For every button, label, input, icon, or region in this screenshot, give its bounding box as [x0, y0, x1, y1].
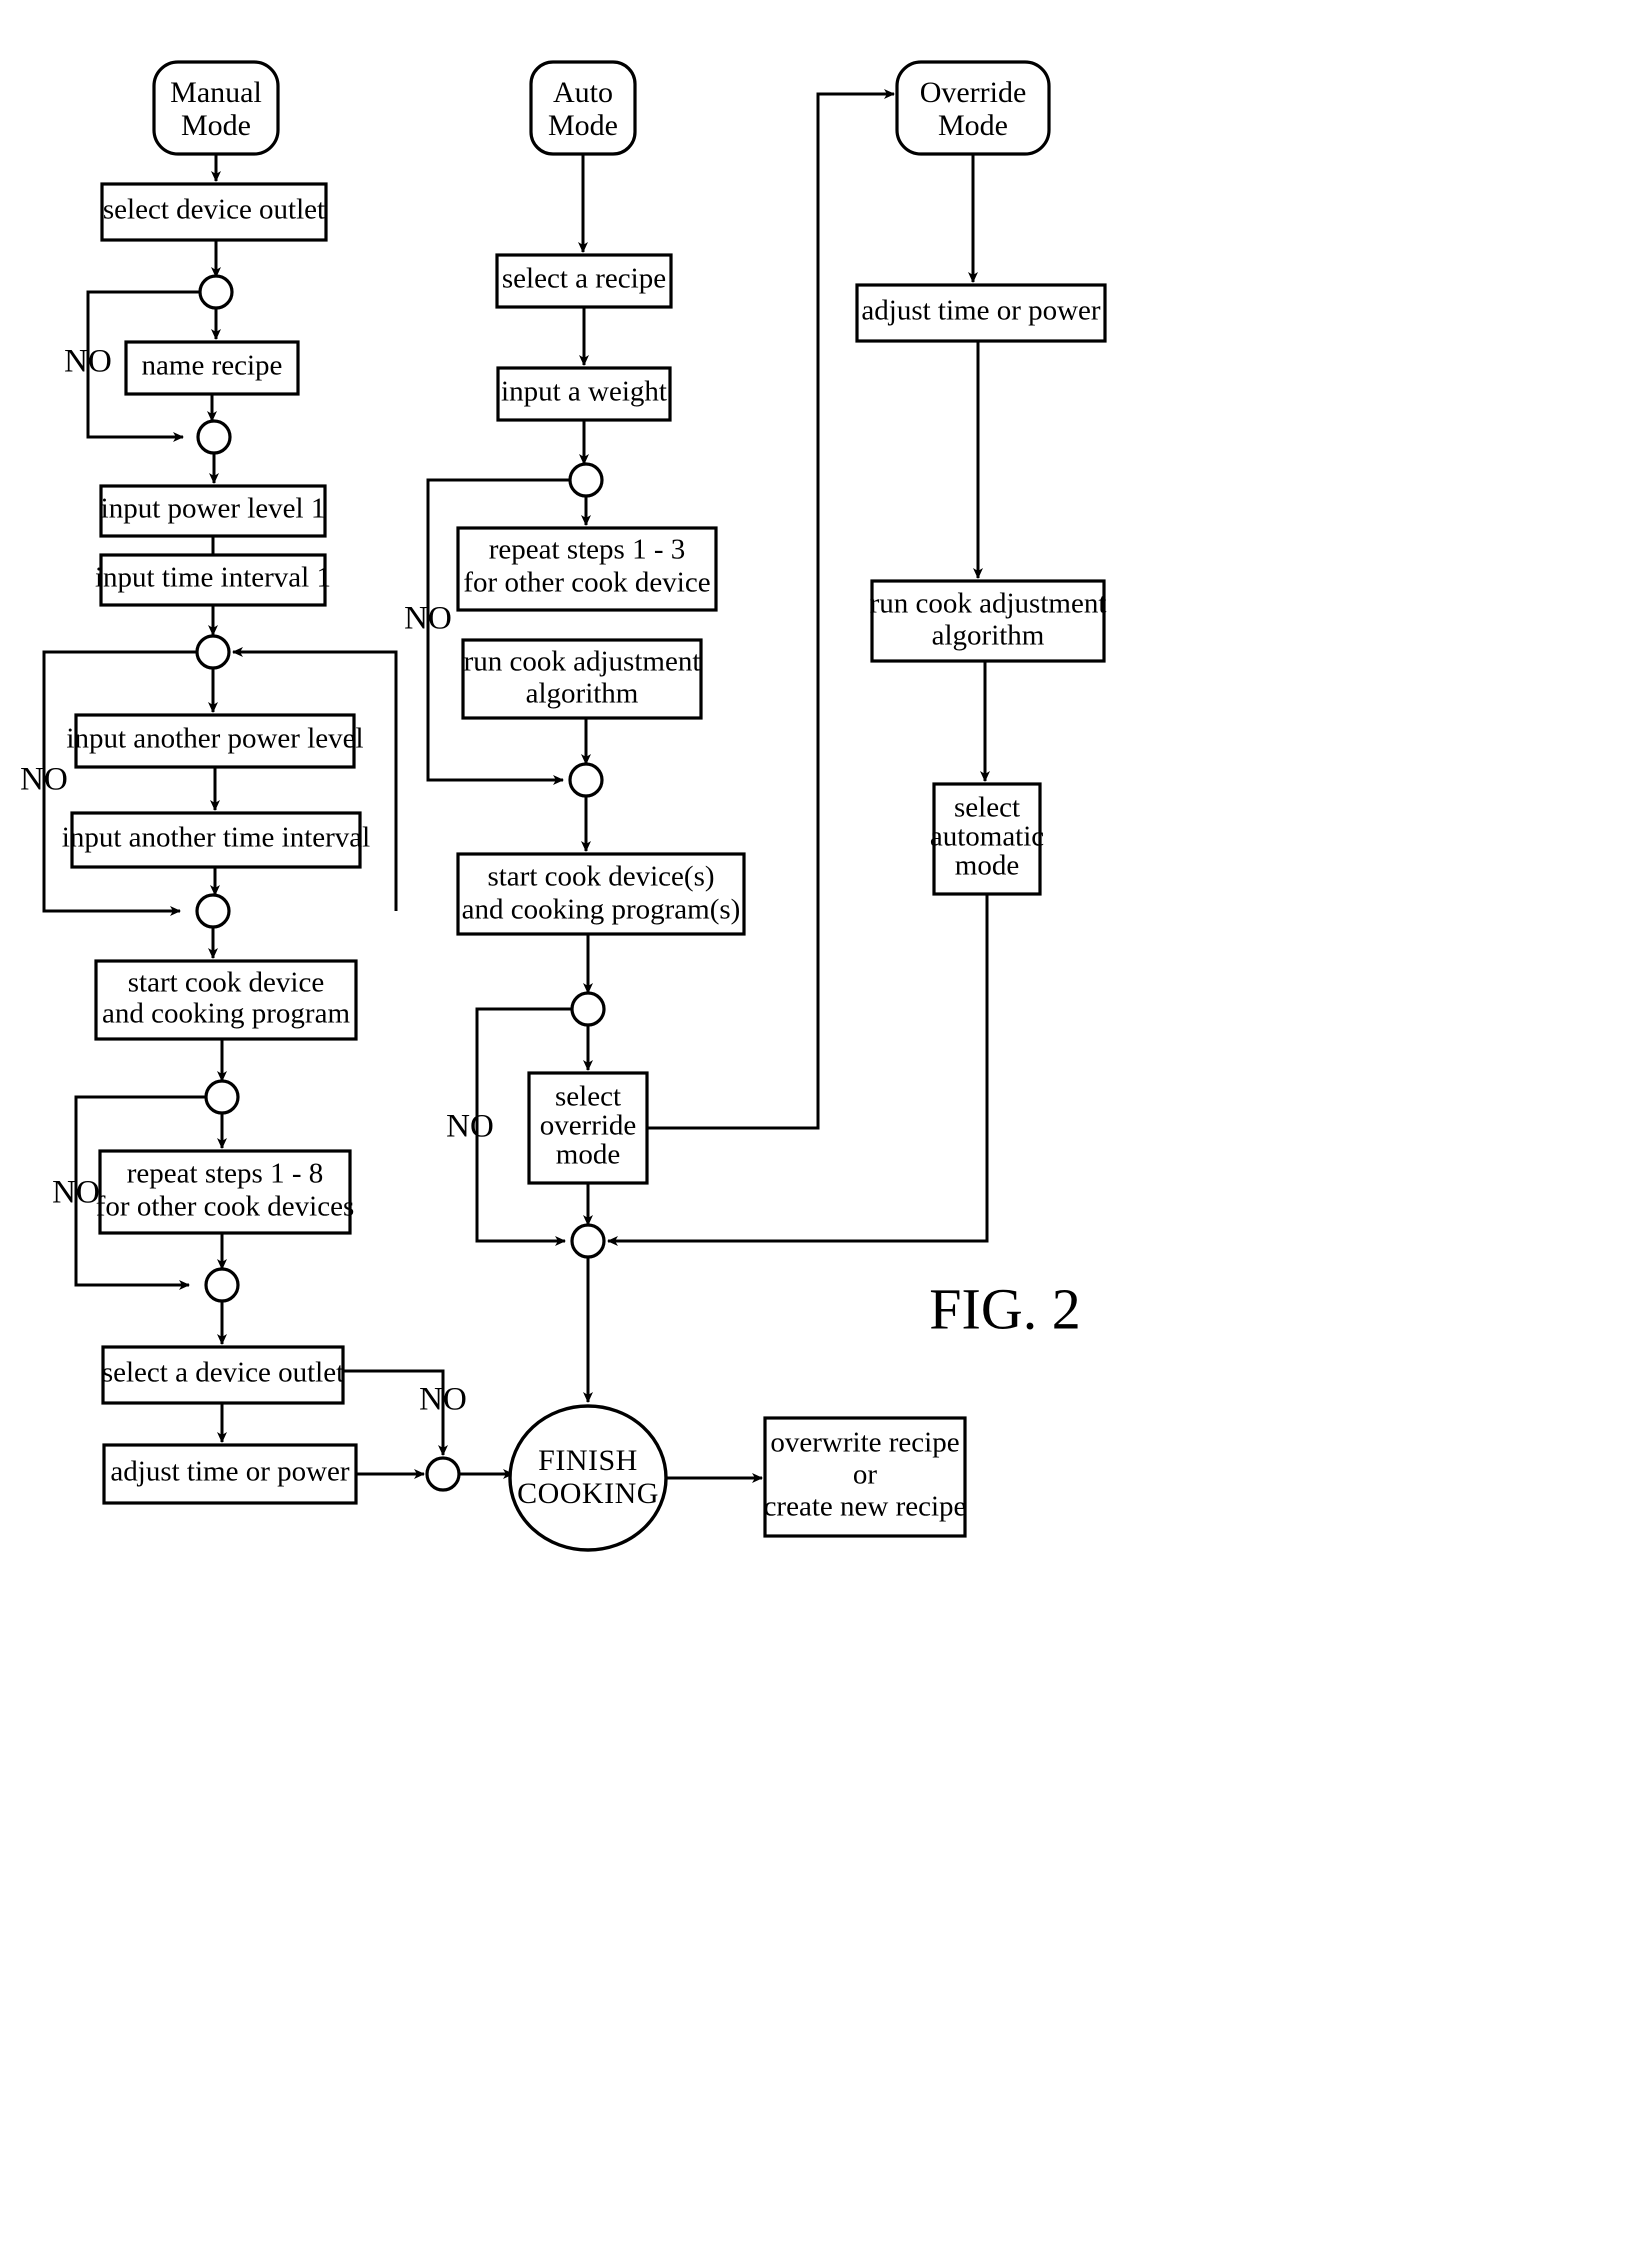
label-auto-no-2: NO: [446, 1109, 494, 1145]
figure-caption: FIG. 2: [929, 1276, 1080, 1341]
label-start-cook-device-line2: and cooking program: [102, 998, 350, 1030]
label-run-cook-adjustment-override-line1: run cook adjustment: [870, 588, 1107, 620]
label-manual-no-2: NO: [20, 762, 68, 798]
label-finish-line2: COOKING: [517, 1477, 659, 1510]
label-manual-no-3: NO: [52, 1175, 100, 1211]
label-run-cook-adjustment-auto-line1: run cook adjustment: [464, 646, 701, 678]
label-select-a-device-outlet: select a device outlet: [102, 1357, 344, 1389]
junction-manual-4: [195, 893, 231, 929]
override-start-label-line2: Mode: [938, 109, 1008, 142]
edge-select-automatic-to-auto-junction4: [607, 894, 989, 1246]
label-select-automatic-line1: select: [954, 792, 1020, 824]
label-run-cook-adjustment-auto-line2: algorithm: [526, 678, 639, 710]
label-select-device-outlet: select device outlet: [103, 194, 325, 226]
junction-manual-7: [425, 1456, 461, 1492]
label-select-override-line2: override: [540, 1110, 637, 1142]
label-input-power-level-1: input power level 1: [101, 493, 326, 525]
label-repeat-steps-1-8-line2: for other cook devices: [96, 1191, 354, 1223]
label-start-cook-devices-line1: start cook device(s): [487, 861, 714, 893]
label-input-another-time-interval: input another time interval: [62, 822, 370, 854]
label-start-cook-device-line1: start cook device: [128, 967, 324, 999]
junction-manual-6: [204, 1267, 240, 1303]
edge-manual-loop-back-3: [232, 647, 398, 911]
label-start-cook-devices-line2: and cooking program(s): [462, 894, 741, 926]
label-manual-no-1: NO: [64, 344, 112, 380]
junction-manual-5: [204, 1079, 240, 1115]
label-select-override-line1: select: [555, 1081, 621, 1113]
label-adjust-time-or-power-override: adjust time or power: [861, 295, 1101, 327]
label-adjust-time-or-power-manual: adjust time or power: [110, 1456, 350, 1488]
label-manual-no-4: NO: [419, 1382, 467, 1418]
label-finish-line1: FINISH: [538, 1444, 638, 1477]
junction-manual-2: [196, 419, 232, 455]
manual-start-label-line2: Mode: [181, 109, 251, 142]
label-result-line3: create new recipe: [764, 1491, 967, 1523]
label-select-automatic-line2: automatic: [930, 821, 1044, 853]
label-select-override-line3: mode: [556, 1139, 620, 1171]
label-input-another-power-level: input another power level: [66, 723, 363, 755]
junction-manual-3: [195, 634, 231, 670]
label-result-line2: or: [853, 1459, 878, 1491]
label-select-automatic-line3: mode: [955, 850, 1019, 882]
label-auto-no-1: NO: [404, 601, 452, 637]
label-name-recipe: name recipe: [142, 350, 283, 382]
label-repeat-steps-1-3-line2: for other cook device: [463, 567, 710, 599]
label-input-a-weight: input a weight: [501, 376, 667, 408]
label-input-time-interval-1: input time interval 1: [95, 562, 331, 594]
auto-start-label-line2: Mode: [548, 109, 618, 142]
junction-auto-4: [570, 1223, 606, 1259]
label-repeat-steps-1-8-line1: repeat steps 1 - 8: [127, 1158, 324, 1190]
junction-auto-1: [568, 462, 604, 498]
label-run-cook-adjustment-override-line2: algorithm: [932, 620, 1045, 652]
manual-start-label-line1: Manual: [170, 76, 262, 109]
label-repeat-steps-1-3-line1: repeat steps 1 - 3: [489, 534, 686, 566]
figure-canvas: Manual Mode select device outlet NO name…: [0, 0, 1645, 2264]
label-result-line1: overwrite recipe: [770, 1427, 959, 1459]
junction-auto-3: [570, 991, 606, 1027]
junction-manual-1: [198, 274, 234, 310]
flowchart-svg: Manual Mode select device outlet NO name…: [20, 60, 1107, 1552]
label-select-a-recipe: select a recipe: [502, 263, 666, 295]
auto-start-label-line1: Auto: [553, 76, 613, 109]
override-start-label-line1: Override: [920, 76, 1027, 109]
junction-auto-2: [568, 762, 604, 798]
